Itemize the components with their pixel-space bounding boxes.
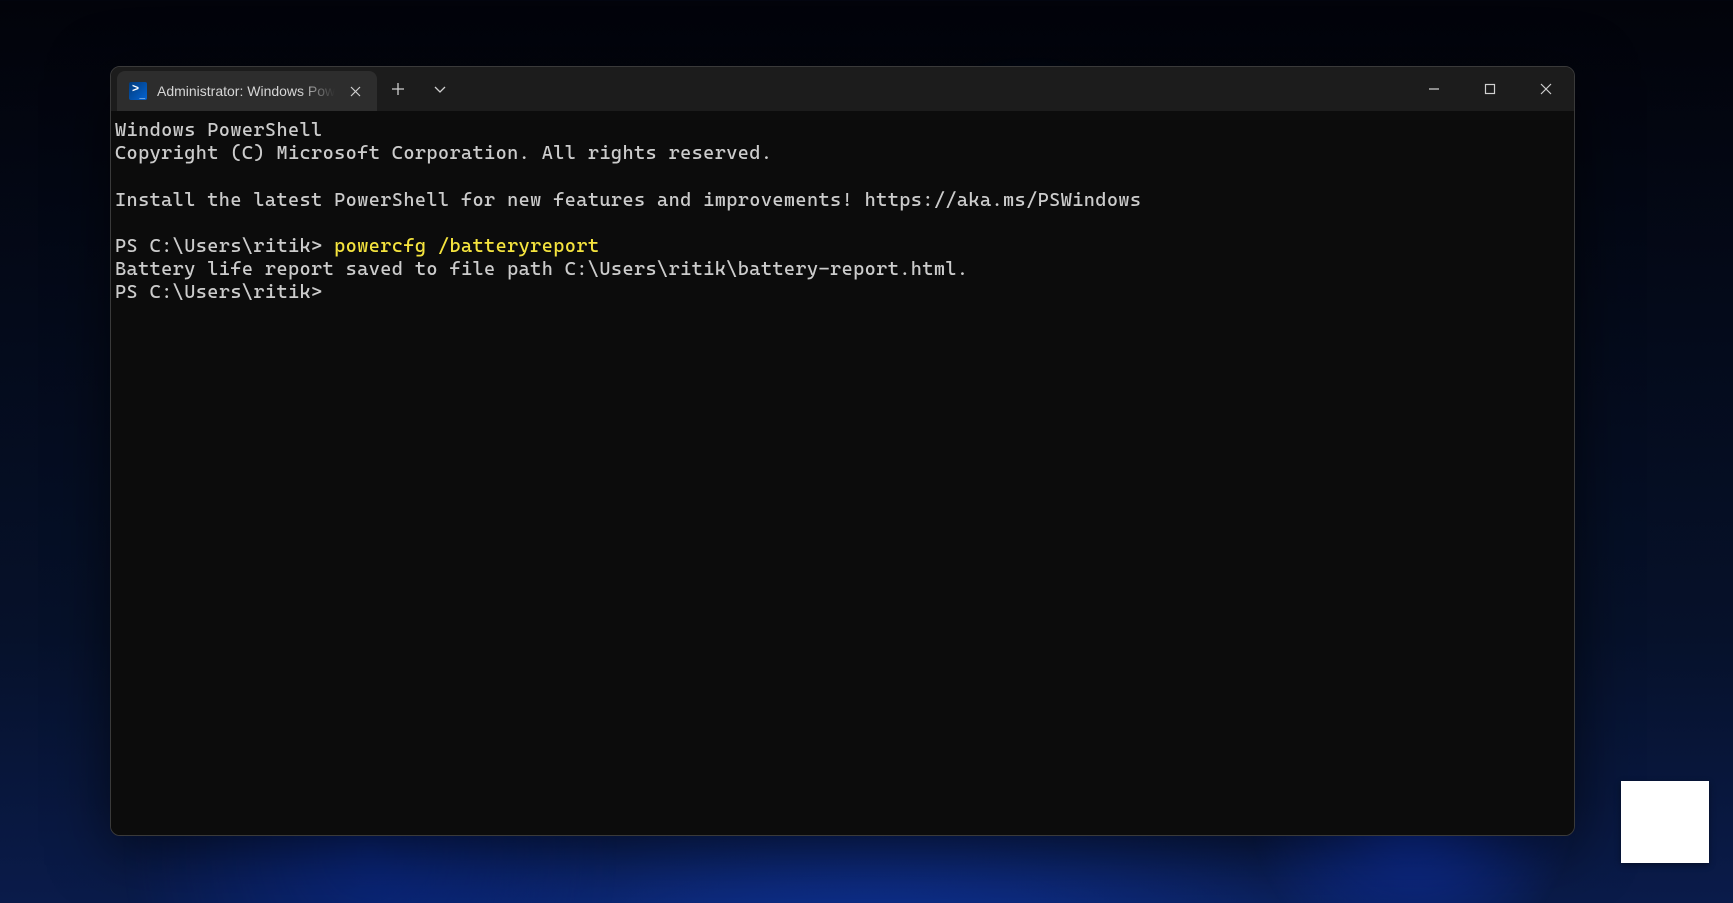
terminal-content[interactable]: Windows PowerShell Copyright (C) Microso… bbox=[111, 111, 1574, 835]
tab-close-button[interactable] bbox=[345, 81, 365, 101]
titlebar[interactable]: Administrator: Windows PowerShell bbox=[111, 67, 1574, 111]
terminal-line: Copyright (C) Microsoft Corporation. All… bbox=[115, 142, 772, 164]
powershell-icon bbox=[129, 82, 147, 100]
terminal-output: Battery life report saved to file path C… bbox=[115, 258, 968, 280]
terminal-prompt: PS C:\Users\ritik> bbox=[115, 235, 334, 257]
close-button[interactable] bbox=[1518, 67, 1574, 111]
maximize-button[interactable] bbox=[1462, 67, 1518, 111]
close-icon bbox=[1540, 83, 1552, 95]
terminal-window: Administrator: Windows PowerShell Window… bbox=[110, 66, 1575, 836]
maximize-icon bbox=[1484, 83, 1496, 95]
tab-dropdown-button[interactable] bbox=[419, 67, 461, 111]
white-overlay-box bbox=[1621, 781, 1709, 863]
minimize-button[interactable] bbox=[1406, 67, 1462, 111]
titlebar-drag-region[interactable] bbox=[461, 67, 1406, 111]
terminal-line: Windows PowerShell bbox=[115, 119, 323, 141]
terminal-prompt: PS C:\Users\ritik> bbox=[115, 281, 323, 303]
close-icon bbox=[350, 86, 361, 97]
tab-powershell[interactable]: Administrator: Windows PowerShell bbox=[117, 71, 377, 111]
terminal-command: powercfg /batteryreport bbox=[334, 235, 599, 257]
new-tab-button[interactable] bbox=[377, 67, 419, 111]
minimize-icon bbox=[1428, 83, 1440, 95]
plus-icon bbox=[391, 82, 405, 96]
terminal-line: Install the latest PowerShell for new fe… bbox=[115, 189, 1141, 211]
tab-title: Administrator: Windows PowerShell bbox=[157, 83, 335, 99]
chevron-down-icon bbox=[433, 82, 447, 96]
